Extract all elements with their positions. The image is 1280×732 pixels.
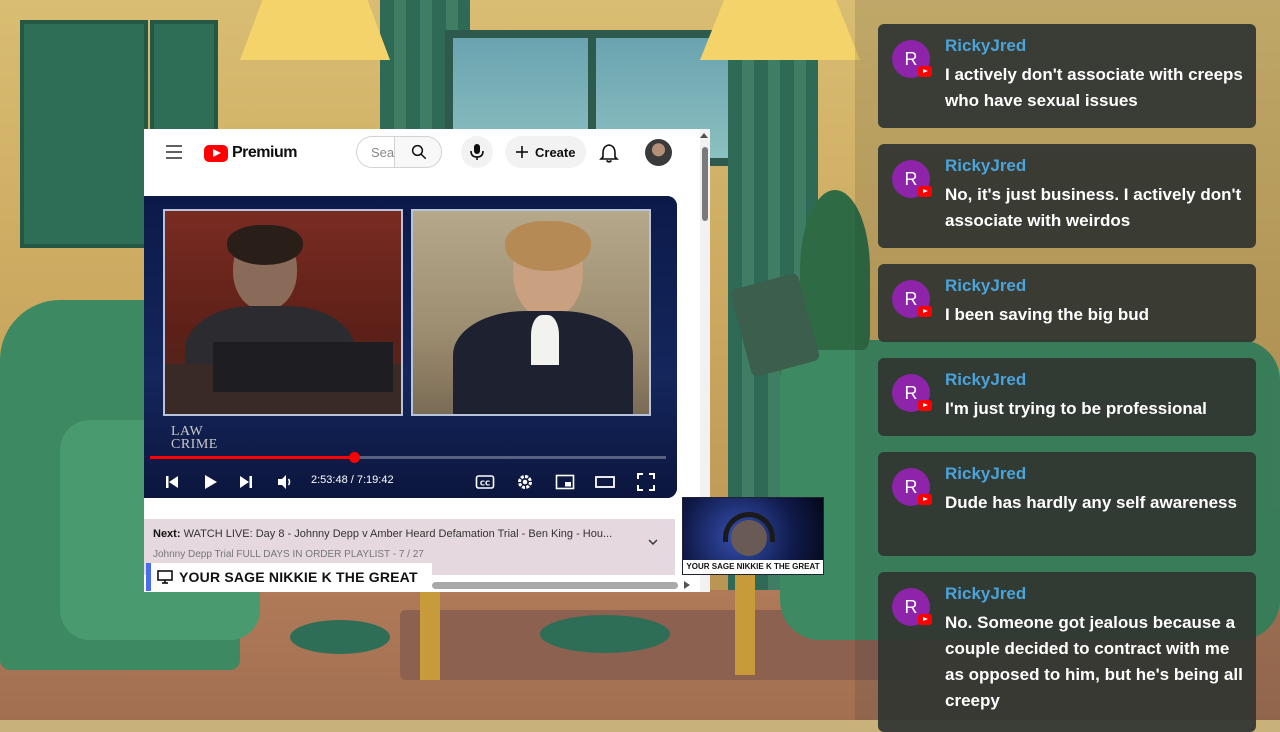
captions-icon[interactable]: CC [475,472,495,492]
youtube-badge-icon [918,614,932,625]
next-icon[interactable] [236,472,256,492]
chat-message-text: Dude has hardly any self awareness [945,493,1237,512]
video-feed-right [411,209,651,416]
theater-mode-icon[interactable] [595,472,615,492]
video-player[interactable]: LAW CRIME 2:53:48 / 7:19:42 CC [144,196,677,498]
volume-icon[interactable] [275,472,295,492]
youtube-logo[interactable]: Premium [204,144,297,162]
scroll-right-arrow-icon[interactable] [684,581,690,589]
notifications-icon[interactable] [598,143,620,163]
stand-base [290,620,390,654]
scrollbar-thumb[interactable] [702,147,708,221]
youtube-header: Premium Sea Create [144,129,700,177]
youtube-badge-icon [918,66,932,77]
scroll-up-arrow-icon[interactable] [700,133,708,138]
stand-base [540,615,670,653]
account-avatar[interactable] [645,139,672,166]
chat-username: RickyJred [945,36,1027,55]
plus-icon [516,146,528,158]
chat-message: R RickyJred No, it's just business. I acti… [878,144,1256,248]
chat-message-text: No, it's just business. I actively don't… [945,185,1242,230]
progress-played [150,456,354,459]
player-controls: 2:53:48 / 7:19:42 CC [144,466,677,498]
horizontal-scrollbar-thumb[interactable] [432,582,678,589]
youtube-badge-icon [918,186,932,197]
chat-message: R RickyJred I'm just trying to be professi… [878,358,1256,436]
youtube-badge-icon [918,306,932,317]
progress-scrubber[interactable] [348,452,360,463]
streamer-name-banner: YOUR SAGE NIKKIE K THE GREAT [146,563,432,591]
chat-message-text: I'm just trying to be professional [945,399,1207,418]
voice-search-button[interactable] [461,136,493,168]
chat-username: RickyJred [945,156,1027,175]
chat-username: RickyJred [945,464,1027,483]
svg-text:CC: CC [480,480,490,488]
search-icon [411,144,427,160]
streamer-webcam: YOUR SAGE NIKKIE K THE GREAT [682,497,824,575]
progress-bar[interactable] [150,452,666,463]
chat-username: RickyJred [945,276,1027,295]
search-input[interactable]: Sea [356,136,394,168]
chat-message-text: I actively don't associate with creeps w… [945,65,1243,110]
chevron-down-icon[interactable] [648,537,658,547]
youtube-logo-text: Premium [232,144,297,161]
law-crime-watermark: LAW CRIME [171,424,218,452]
settings-gear-icon[interactable] [515,472,535,492]
lamp-shade [700,0,860,60]
menu-icon[interactable] [166,145,182,159]
play-icon[interactable] [200,472,220,492]
youtube-window: Premium Sea Create LAW CRIME 2:53:48 / 7… [144,129,710,592]
table-leg [735,575,755,675]
search-button[interactable] [394,136,442,168]
next-video-title: Next: WATCH LIVE: Day 8 - Johnny Depp v … [153,528,613,540]
wall-panel [20,20,148,248]
lamp-shade [240,0,390,60]
chat-message: R RickyJred I been saving the big bud [878,264,1256,342]
previous-icon[interactable] [162,472,182,492]
youtube-badge-icon [918,400,932,411]
chat-username: RickyJred [945,370,1027,389]
monitor-icon [157,570,173,584]
table-leg [420,590,440,680]
youtube-play-icon [204,144,228,162]
chat-username: RickyJred [945,584,1027,603]
time-display: 2:53:48 / 7:19:42 [311,474,394,486]
chat-message: R RickyJred Dude has hardly any self aware… [878,452,1256,556]
chat-message-text: I been saving the big bud [945,305,1150,324]
miniplayer-icon[interactable] [555,472,575,492]
create-label: Create [535,144,576,160]
create-button[interactable]: Create [505,136,586,168]
chat-message-text: No. Someone got jealous because a couple… [945,613,1243,710]
youtube-badge-icon [918,494,932,505]
microphone-icon [470,144,484,160]
fullscreen-icon[interactable] [636,472,656,492]
video-feed-left [163,209,403,416]
chat-message: R RickyJred No. Someone got jealous becaus… [878,572,1256,732]
streamer-name: YOUR SAGE NIKKIE K THE GREAT [179,569,418,585]
chat-message: R RickyJred I actively don't associate wit… [878,24,1256,128]
webcam-label: YOUR SAGE NIKKIE K THE GREAT [683,560,823,574]
playlist-name: Johnny Depp Trial FULL DAYS IN ORDER PLA… [153,549,424,560]
